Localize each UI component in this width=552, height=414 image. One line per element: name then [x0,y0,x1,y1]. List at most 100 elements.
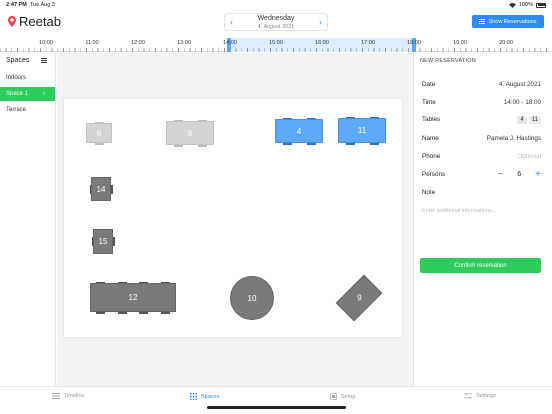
sidebar-item-indoors[interactable]: Indoors [0,71,55,85]
hour-label: 14:00 [223,40,237,46]
table-6[interactable]: 6 [86,123,112,143]
chair [91,237,93,246]
table-4[interactable]: 4 [275,119,323,143]
tab-timeline[interactable]: Timeline [52,393,85,399]
table-label: 14 [96,184,106,194]
hour-label: 15:00 [269,40,283,46]
phone-input[interactable]: Optional [518,153,541,160]
list-icon [479,19,486,24]
sidebar-item-terrace[interactable]: Terrace [0,103,55,117]
spaces-sidebar: Spaces Indoors Space 1 › Terrace [0,53,56,386]
chair [96,281,106,283]
tab-label: Spaces [201,393,220,400]
tab-spaces[interactable]: Spaces [190,393,219,400]
table-9[interactable]: 9 [335,274,383,322]
chevron-right-icon[interactable]: › [319,17,322,27]
time-label: Time [422,99,436,106]
table-14[interactable]: 14 [91,177,111,201]
sliders-icon [464,393,472,399]
chair [89,184,91,194]
table-label: 15 [98,237,108,246]
app-logo: Reetab [8,14,61,29]
chair [173,145,183,147]
table-label: 12 [128,293,138,302]
floor-plan: 6 8 4 11 14 15 12 10 9 [63,98,403,338]
note-input[interactable]: Enter additional informations... [422,208,496,214]
plus-icon[interactable]: + [535,169,541,180]
chair [197,145,207,147]
chair [282,143,292,145]
location-pin-icon [8,16,16,27]
note-row: Note [422,189,541,201]
chair [111,184,113,194]
time-value: 14:00 - 18:00 [503,99,541,106]
table-label: 8 [187,128,193,138]
chair [345,143,355,145]
date-value: 4. August 2021 [498,81,541,88]
chair [113,237,115,246]
hour-label: 20:00 [499,40,513,46]
date-row[interactable]: Date 4. August 2021 [422,81,541,93]
sidebar-title: Spaces [6,57,30,64]
hour-label: 19:00 [453,40,467,46]
table-label: 4 [296,126,302,136]
menu-icon[interactable] [41,58,47,63]
phone-row[interactable]: Phone Optional [422,153,541,165]
hour-label: 17:00 [361,40,375,46]
table-label: 11 [357,126,367,135]
hour-label: 18:00 [407,40,421,46]
table-11[interactable]: 11 [338,118,386,143]
tab-settings[interactable]: Settings [464,393,496,399]
table-label: 6 [96,128,102,138]
persons-value: 6 [517,171,522,178]
sidebar-item-space-1[interactable]: Space 1 › [0,87,55,101]
table-8[interactable]: 8 [166,121,214,145]
confirm-reservation-button[interactable]: Confirm reservation [420,258,541,273]
sidebar-item-label: Space 1 [6,91,29,97]
tab-label: Timeline [64,393,85,399]
wifi-icon [508,2,516,8]
table-12[interactable]: 12 [90,283,176,312]
chair [117,281,127,283]
hour-label: 12:00 [131,40,145,46]
table-tag[interactable]: 11 [528,116,541,124]
timeline-ticks [0,48,552,52]
persons-stepper[interactable]: − 6 + [497,169,541,180]
status-bar: 2:47 PM Tue Aug 3 100% [0,0,552,11]
chair [139,281,149,283]
setup-icon [330,393,337,400]
chair [197,119,207,121]
app-name: Reetab [19,14,61,29]
confirm-label: Confirm reservation [454,262,507,269]
battery-percent: 100% [518,2,533,8]
timeline-bar[interactable]: 10:00 11:00 12:00 13:00 14:00 15:00 16:0… [0,38,552,52]
name-input[interactable]: Pamela J. Hastings [487,135,541,142]
panel-title: NEW RESERVATION [420,58,476,64]
chair [173,119,183,121]
chair [369,116,379,118]
phone-label: Phone [422,153,441,160]
date-weekday: Wednesday [257,15,295,22]
tab-label: Settings [476,393,496,399]
chair [160,281,170,283]
table-label: 9 [356,293,362,303]
table-label: 10 [247,293,257,303]
chair [117,312,127,314]
show-reservations-button[interactable]: Show Reservations [472,15,544,28]
chevron-right-icon: › [42,90,45,97]
hour-label: 13:00 [177,40,191,46]
sidebar-item-label: Terrace [6,107,27,113]
home-indicator[interactable] [207,406,346,409]
time-row[interactable]: Time 14:00 - 18:00 [422,99,541,111]
tab-setup[interactable]: Setup [330,393,355,400]
chair [282,117,292,119]
tables-row[interactable]: Tables 4 11 [422,116,541,128]
bottom-tab-bar: Timeline Spaces Setup Settings [0,386,552,414]
tables-label: Tables [422,116,441,123]
date-picker[interactable]: ‹ Wednesday 4. August 2021 › [224,13,328,31]
minus-icon[interactable]: − [497,169,503,180]
table-tag[interactable]: 4 [517,116,527,124]
name-row[interactable]: Name Pamela J. Hastings [422,135,541,147]
table-15[interactable]: 15 [93,229,113,254]
table-10[interactable]: 10 [230,276,274,320]
